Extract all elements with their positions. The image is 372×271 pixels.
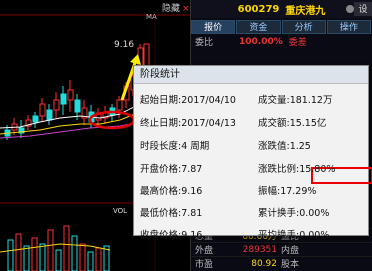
summary-row: 外盘 289351 内盘 xyxy=(191,242,372,256)
candle-body xyxy=(67,89,74,101)
stat-value: 15.15亿 xyxy=(289,118,327,129)
stock-header: 600279 重庆港九 设 xyxy=(191,0,372,18)
stat-value: 2017/04/10 xyxy=(181,95,236,106)
stat-right-0: 成交量:181.12万 xyxy=(258,92,332,106)
stat-left-5: 最低价格:7.81 xyxy=(140,205,202,219)
stat-key: 最低价格: xyxy=(140,208,182,219)
volume-bar xyxy=(15,233,22,271)
hide-button[interactable]: 隐藏 × xyxy=(162,1,190,14)
stat-right-3: 涨跌比例:15.80% xyxy=(258,161,335,175)
dialog-title[interactable]: 阶段统计 xyxy=(134,66,368,84)
stat-right-6: 平均换手:0.00% xyxy=(258,227,329,241)
volume-bar xyxy=(79,243,86,271)
ma-label: MA xyxy=(146,13,157,21)
stat-key: 终止日期: xyxy=(140,118,182,129)
stat-value: 4 周期 xyxy=(181,141,210,152)
volume-bar xyxy=(7,239,14,271)
stat-left-4: 最高价格:9.16 xyxy=(140,183,202,197)
tab-quote[interactable]: 报价 xyxy=(191,20,236,34)
stat-key: 累计换手: xyxy=(258,208,300,219)
bid-ratio-label: 委比 xyxy=(195,38,214,48)
stock-name: 重庆港九 xyxy=(285,5,326,17)
candle-body xyxy=(39,103,46,117)
volume-bar xyxy=(63,225,70,271)
stat-value: 7.81 xyxy=(181,208,203,219)
stat-key: 最高价格: xyxy=(140,186,182,197)
volume-bar xyxy=(23,245,30,271)
stat-key: 时段长度: xyxy=(140,141,182,152)
stat-right-4: 振幅:17.29% xyxy=(258,183,316,197)
candle-body xyxy=(116,99,123,111)
stat-value: 9.16 xyxy=(181,230,203,241)
volume-bar xyxy=(71,235,78,271)
volume-bar xyxy=(87,251,94,271)
stat-left-1: 终止日期:2017/04/13 xyxy=(140,115,236,129)
tab-analysis[interactable]: 分析 xyxy=(281,20,326,34)
stat-right-1: 成交额:15.15亿 xyxy=(258,115,326,129)
stat-key: 成交额: xyxy=(258,118,290,129)
stat-key: 平均换手: xyxy=(258,230,300,241)
bid-ratio-row: 委比 100.00% 委差 xyxy=(191,34,372,49)
stat-key: 开盘价格: xyxy=(140,164,182,175)
stat-value: 9.16 xyxy=(181,186,203,197)
summary-label: 外盘 xyxy=(195,246,214,256)
tab-operation[interactable]: 操作 xyxy=(326,20,371,34)
quote-tabs: 报价 资金 分析 操作 xyxy=(191,20,372,34)
summary-value: 289351 xyxy=(242,244,277,255)
stat-left-0: 起始日期:2017/04/10 xyxy=(140,92,236,106)
tab-funds[interactable]: 资金 xyxy=(236,20,281,34)
candle-body xyxy=(74,99,81,113)
stat-right-2: 涨跌值:1.25 xyxy=(258,138,311,152)
period-stats-dialog[interactable]: 阶段统计 起始日期:2017/04/10 成交量:181.12万 终止日期:2017… xyxy=(133,65,372,241)
settings-button[interactable]: 设 xyxy=(354,2,372,16)
volume-bar xyxy=(95,247,102,271)
stat-value: 15.80% xyxy=(299,164,336,175)
volume-bar xyxy=(39,243,46,271)
bid-diff-label: 委差 xyxy=(288,38,307,48)
volume-bar xyxy=(47,229,54,271)
candle-body xyxy=(32,115,39,123)
stat-left-3: 开盘价格:7.87 xyxy=(140,161,202,175)
stat-key: 振幅: xyxy=(258,186,281,197)
stat-value: 0.00% xyxy=(299,230,330,241)
refresh-icon[interactable] xyxy=(346,5,354,13)
stat-right-5: 累计换手:0.00% xyxy=(258,205,329,219)
summary-value: 80.92 xyxy=(251,258,277,269)
summary-label2: 股本 xyxy=(281,260,300,270)
summary-label: 市盈 xyxy=(195,260,214,270)
stat-left-6: 收盘价格:9.16 xyxy=(140,227,202,241)
close-icon[interactable]: × xyxy=(182,4,190,14)
candle-body xyxy=(46,109,53,121)
volume-bar xyxy=(55,249,62,271)
stat-value: 0.00% xyxy=(299,208,330,219)
stat-key: 成交量: xyxy=(258,95,290,106)
bid-ratio-value: 100.00% xyxy=(239,36,283,47)
stat-key: 涨跌比例: xyxy=(258,164,300,175)
stat-value: 7.87 xyxy=(181,164,203,175)
hide-label[interactable]: 隐藏 xyxy=(162,4,180,14)
stat-key: 涨跌值: xyxy=(258,141,290,152)
stat-value: 17.29% xyxy=(280,186,317,197)
stat-left-2: 时段长度:4 周期 xyxy=(140,138,209,152)
stock-code: 600279 xyxy=(237,3,280,15)
stat-value: 1.25 xyxy=(289,141,311,152)
stat-key: 起始日期: xyxy=(140,95,182,106)
volume-bar xyxy=(31,237,38,271)
summary-label2: 内盘 xyxy=(281,246,300,256)
summary-row: 市盈 80.92 股本 xyxy=(191,256,372,270)
volume-label: VOL xyxy=(113,207,128,215)
stat-key: 收盘价格: xyxy=(140,230,182,241)
stat-value: 2017/04/13 xyxy=(181,118,236,129)
high-price-tag: 9.16 xyxy=(114,40,135,50)
candle-body xyxy=(60,93,67,105)
stat-value: 181.12万 xyxy=(289,95,333,106)
candle-body xyxy=(53,99,60,111)
